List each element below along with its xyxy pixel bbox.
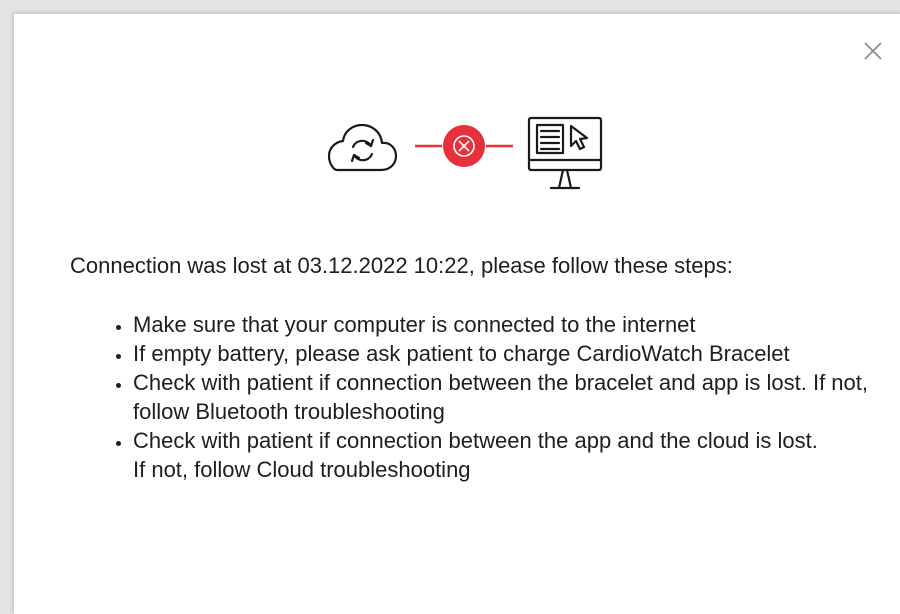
close-icon [864,42,882,60]
connection-lost-message: Connection was lost at 03.12.2022 10:22,… [70,253,733,278]
list-item: Make sure that your computer is connecte… [133,310,893,339]
list-item: Check with patient if connection between… [133,426,833,484]
troubleshooting-steps-list: Make sure that your computer is connecte… [104,310,893,484]
list-item: Check with patient if connection between… [133,368,893,426]
computer-monitor-icon [527,116,603,190]
cloud-sync-icon [327,123,398,172]
list-item: If empty battery, please ask patient to … [133,339,793,368]
close-button[interactable] [862,40,884,62]
connection-lost-dialog: Connection was lost at 03.12.2022 10:22,… [14,14,900,614]
connection-error-icon [443,125,485,167]
connection-status-illustration [319,102,609,194]
